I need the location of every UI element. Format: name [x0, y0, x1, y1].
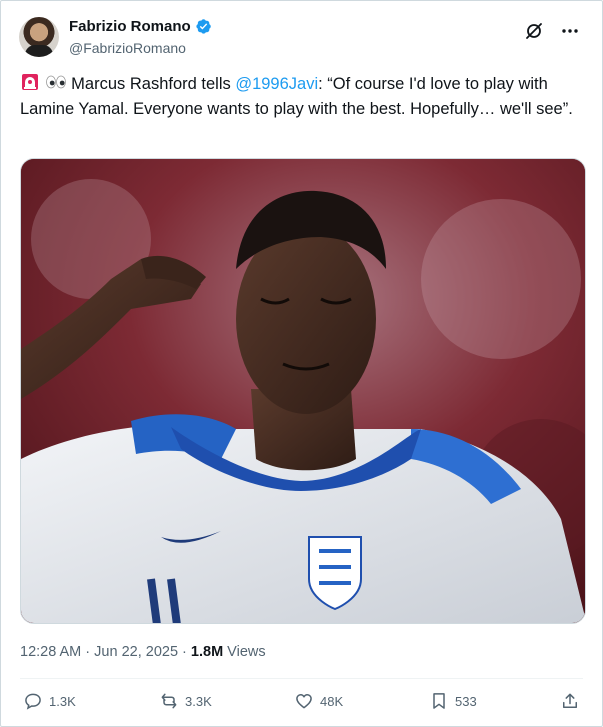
views-count: 1.8M	[190, 644, 224, 660]
tweet-time[interactable]: 12:28 AM	[20, 644, 81, 660]
repost-count: 3.3K	[185, 693, 212, 709]
tweet-header: Fabrizio Romano @FabrizioRomano	[19, 15, 584, 61]
tweet-text: Marcus Rashford tells @1996Javi: “Of cou…	[20, 72, 585, 120]
tweet-card: Fabrizio Romano @FabrizioRomano Marcus R…	[0, 0, 603, 727]
more-options-icon[interactable]	[560, 21, 580, 41]
reply-count: 1.3K	[49, 693, 76, 709]
share-icon	[563, 693, 577, 708]
eyes-emoji-icon	[45, 72, 67, 98]
tweet-date[interactable]: Jun 22, 2025	[94, 644, 178, 660]
author-avatar[interactable]	[19, 17, 59, 57]
author-display-name[interactable]: Fabrizio Romano	[69, 18, 191, 35]
meta-separator: ·	[81, 644, 95, 660]
mention-link[interactable]: @1996Javi	[235, 75, 318, 93]
meta-separator-2: ·	[178, 644, 191, 660]
siren-emoji-icon	[20, 72, 40, 98]
like-count: 48K	[320, 693, 344, 709]
share-button[interactable]	[560, 691, 580, 711]
tweet-photo[interactable]	[20, 158, 586, 624]
author-handle[interactable]: @FabrizioRomano	[69, 40, 186, 56]
views-label: Views	[223, 644, 266, 660]
bookmark-count: 533	[455, 693, 477, 709]
repost-button[interactable]: 3.3K	[159, 691, 212, 711]
photo-illustration	[21, 159, 585, 623]
reply-button[interactable]: 1.3K	[23, 691, 76, 711]
reply-icon	[25, 693, 41, 710]
heart-icon	[296, 694, 312, 709]
repost-icon	[161, 693, 177, 709]
verified-badge-icon	[195, 18, 212, 35]
tweet-meta: 12:28 AM · Jun 22, 2025 · 1.8M Views	[20, 644, 266, 660]
grok-icon[interactable]	[524, 21, 544, 41]
action-bar: 1.3K 3.3K 48K 533	[19, 691, 584, 719]
tweet-text-before: Marcus Rashford tells	[66, 75, 236, 93]
bookmark-button[interactable]: 533	[429, 691, 477, 711]
divider	[20, 678, 583, 679]
bookmark-icon	[433, 693, 445, 709]
author-name-row: Fabrizio Romano	[69, 18, 212, 35]
like-button[interactable]: 48K	[294, 691, 343, 711]
avatar-shirt	[25, 45, 53, 57]
